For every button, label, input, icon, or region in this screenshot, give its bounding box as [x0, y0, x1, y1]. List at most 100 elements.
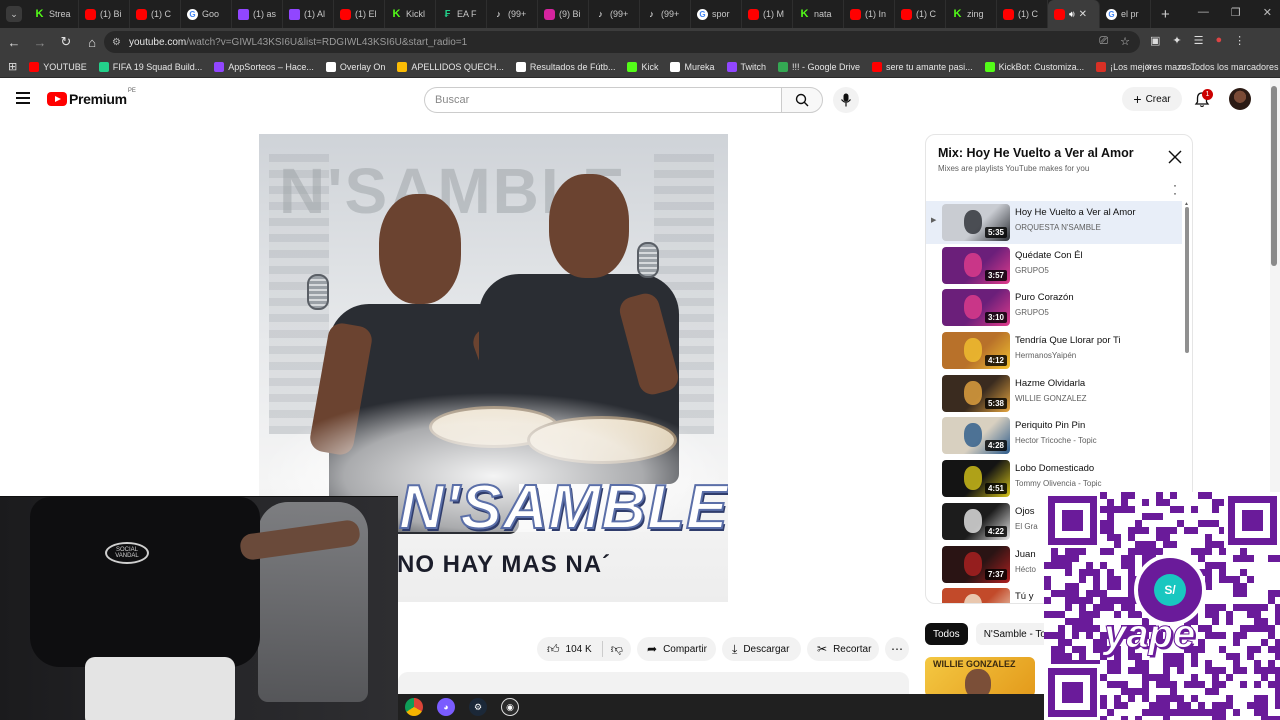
playlist-item[interactable]: 3:57 Quédate Con Él GRUPO5 — [926, 244, 1182, 287]
playlist-thumbnail[interactable]: 4:22 — [942, 502, 1010, 540]
bookmark-item[interactable]: KickBot: Customiza... — [984, 61, 1084, 72]
bookmark-item[interactable]: APELLIDOS QUECH... — [397, 61, 504, 72]
browser-tab-label: (9) Bi — [559, 9, 581, 19]
thumbs-up-icon[interactable]: 👍︎ — [547, 642, 560, 657]
bookmark-item[interactable]: sere tu amante pasi... — [872, 61, 973, 72]
clip-button[interactable]: ✂ Recortar — [807, 637, 879, 661]
bookmark-item[interactable]: Twitch — [726, 61, 766, 72]
playlist-thumbnail[interactable]: 4:51 — [942, 460, 1010, 498]
download-button[interactable]: ⤓ Descargar — [722, 637, 801, 661]
browser-tab[interactable]: G Goo — [181, 0, 232, 28]
browser-tab[interactable]: (1) C — [895, 0, 946, 28]
playlist-scrollbar[interactable] — [1185, 207, 1189, 353]
home-button[interactable]: ⌂ — [80, 30, 104, 54]
profile-icon[interactable]: ● — [1216, 34, 1223, 47]
extension-icon[interactable]: ▣ — [1150, 34, 1160, 47]
bookmark-item[interactable]: Overlay On — [325, 61, 385, 72]
tiktok-favicon-icon: ♪ — [496, 9, 501, 19]
bookmark-item[interactable]: Resultados de Fútb... — [515, 61, 615, 72]
back-button[interactable]: ← — [2, 30, 26, 54]
playlist-item[interactable]: 3:10 Puro Corazón GRUPO5 — [926, 286, 1182, 329]
playlist-thumbnail[interactable]: 3:10 — [942, 289, 1010, 327]
page-scrollbar-thumb[interactable] — [1271, 86, 1277, 266]
browser-tab[interactable]: (1) C — [130, 0, 181, 28]
reload-button[interactable]: ↻ — [54, 30, 78, 54]
new-tab-button[interactable]: + — [1161, 6, 1170, 23]
search-input[interactable]: Buscar — [424, 87, 782, 113]
bookmark-star-icon[interactable]: ☆ — [1120, 35, 1130, 48]
browser-tab[interactable]: (1) M — [742, 0, 793, 28]
create-button[interactable]: + Crear — [1122, 87, 1182, 111]
tab-search-chevron-icon[interactable]: ⌄ — [6, 6, 22, 22]
browser-tab[interactable]: (9) Bi — [538, 0, 589, 28]
voice-search-button[interactable] — [833, 87, 859, 113]
all-bookmarks-folder[interactable]: ▭ Todos los marcadores — [1178, 61, 1279, 72]
browser-tab[interactable]: K Kickl — [385, 0, 436, 28]
playlist-item[interactable]: ▶ 5:35 Hoy He Vuelto a Ver al Amor ORQUESTA… — [926, 201, 1182, 244]
playlist-thumbnail[interactable]: 4:12 — [942, 332, 1010, 370]
url-bar[interactable]: ⚙ youtube.com/watch?v=GIWL43KSI6U&list=R… — [104, 31, 1140, 53]
browser-menu-icon[interactable]: ⋮ — [1234, 34, 1245, 47]
like-count[interactable]: 104 K — [566, 644, 592, 655]
playlist-title[interactable]: Mix: Hoy He Vuelto a Ver al Amor — [938, 146, 1134, 160]
bookmark-item[interactable]: Kick — [627, 61, 658, 72]
minimize-icon[interactable]: — — [1198, 6, 1209, 19]
apps-grid-icon[interactable]: ⊞ — [8, 60, 17, 73]
close-tab-icon[interactable]: ✕ — [1079, 9, 1087, 20]
browser-tab[interactable]: Gel pr — [1100, 0, 1151, 28]
playlist-thumbnail[interactable]: 7:37 — [942, 545, 1010, 583]
install-app-icon[interactable]: ⎚ — [1099, 35, 1108, 48]
browser-tab[interactable]: Kzing — [946, 0, 997, 28]
more-actions-button[interactable]: ⋯ — [885, 637, 909, 661]
browser-tab[interactable]: ♪ (99+ — [589, 0, 640, 28]
youtube-premium-logo[interactable]: Premium PE — [47, 88, 136, 107]
bookmark-item[interactable]: AppSorteos – Hace... — [214, 61, 314, 72]
browser-tab[interactable]: (1) Al — [283, 0, 334, 28]
browser-tab[interactable]: (1) In — [844, 0, 895, 28]
thumbs-down-icon[interactable]: 👎︎ — [611, 642, 623, 657]
speaker-icon[interactable]: 🔊︎ — [1069, 9, 1075, 20]
playlist-thumbnail[interactable]: 3:57 — [942, 246, 1010, 284]
obs-taskbar-icon[interactable]: ◉ — [501, 698, 519, 716]
browser-tab[interactable]: (1) C — [997, 0, 1048, 28]
share-button[interactable]: ➦ Compartir — [637, 637, 716, 661]
bookmark-item[interactable]: Mureka — [670, 61, 715, 72]
browser-tab[interactable]: Knata — [793, 0, 844, 28]
account-avatar[interactable] — [1229, 88, 1251, 110]
bookmark-item[interactable]: FIFA 19 Squad Build... — [98, 61, 202, 72]
filter-chip[interactable]: N'Samble - To — [975, 623, 1054, 645]
browser-tab[interactable]: ♪ (99+ — [640, 0, 691, 28]
bookmark-item[interactable]: YOUTUBE — [29, 61, 87, 72]
extensions-puzzle-icon[interactable]: ✦ — [1172, 34, 1181, 47]
filter-chip[interactable]: Todos — [925, 623, 968, 645]
site-info-icon[interactable]: ⚙ — [112, 37, 121, 48]
active-browser-tab[interactable]: 🔊︎ ✕ — [1048, 0, 1100, 28]
recommended-video-thumbnail[interactable]: WILLIE GONZALEZ — [925, 657, 1035, 697]
browser-tab[interactable]: (1) as — [232, 0, 283, 28]
browser-tab[interactable]: (1) El — [334, 0, 385, 28]
browser-tab[interactable]: (1) Bi — [79, 0, 130, 28]
search-button[interactable] — [781, 87, 823, 113]
browser-tab[interactable]: ₣ EA F — [436, 0, 487, 28]
playlist-thumbnail[interactable] — [942, 588, 1010, 603]
discord-taskbar-icon[interactable]: ◕ — [437, 698, 455, 716]
browser-tab[interactable]: Gspor — [691, 0, 742, 28]
playlist-thumbnail[interactable]: 5:38 — [942, 374, 1010, 412]
bookmark-item[interactable]: !!! - Google Drive — [778, 61, 860, 72]
reading-list-icon[interactable]: ☰ — [1194, 34, 1204, 47]
hamburger-menu-icon[interactable] — [16, 92, 30, 104]
close-icon[interactable] — [1167, 149, 1183, 165]
steam-taskbar-icon[interactable]: ⚙ — [469, 698, 487, 716]
playlist-item[interactable]: 5:38 Hazme Olvidarla WILLIE GONZALEZ — [926, 372, 1182, 415]
browser-tab[interactable]: K Strea — [28, 0, 79, 28]
maximize-icon[interactable]: ❐ — [1231, 6, 1241, 19]
playlist-item[interactable]: 4:12 Tendría Que Llorar por Ti HermanosYai… — [926, 329, 1182, 372]
playlist-thumbnail[interactable]: 5:35 — [942, 204, 1010, 241]
chrome-taskbar-icon[interactable] — [405, 698, 423, 716]
forward-button[interactable]: → — [28, 30, 52, 54]
more-bookmarks-icon[interactable]: » — [1146, 61, 1152, 72]
close-window-icon[interactable]: ✕ — [1263, 6, 1272, 19]
playlist-thumbnail[interactable]: 4:28 — [942, 417, 1010, 455]
browser-tab[interactable]: ♪ (99+ — [487, 0, 538, 28]
playlist-item[interactable]: 4:28 Periquito Pin Pin Hector Tricoche - T… — [926, 414, 1182, 457]
